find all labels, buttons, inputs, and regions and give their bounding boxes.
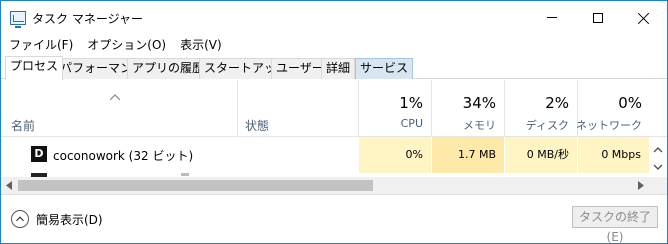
end-task-button[interactable]: タスクの終了(E) bbox=[572, 206, 658, 244]
maximize-button[interactable] bbox=[575, 1, 621, 34]
fewer-details-link[interactable]: 簡易表示(D) bbox=[36, 211, 103, 228]
scroll-up-icon[interactable] bbox=[653, 145, 663, 155]
tab-app-history[interactable]: アプリの履歴 bbox=[127, 58, 210, 79]
task-manager-icon bbox=[10, 11, 26, 28]
tab-details[interactable]: 詳細 bbox=[321, 58, 356, 79]
row-memory-cell: 1.7 MB bbox=[432, 137, 504, 173]
menu-bar: ファイル(F) オプション(O) 表示(V) bbox=[1, 34, 667, 54]
column-cpu[interactable]: 1% CPU bbox=[359, 80, 431, 137]
scroll-down-icon[interactable] bbox=[653, 162, 663, 172]
tab-strip: プロセス パフォーマンス アプリの履歴 スタートアップ ユーザー 詳細 サービス bbox=[1, 56, 667, 80]
memory-column-label: メモリ bbox=[463, 119, 496, 132]
coconowork-icon: D bbox=[31, 146, 47, 162]
disk-total-percent: 2% bbox=[545, 94, 569, 112]
next-row-text-partial bbox=[181, 173, 189, 176]
close-button[interactable] bbox=[621, 1, 667, 34]
row-network-cell: 0 Mbps bbox=[578, 137, 649, 173]
sort-ascending-icon[interactable] bbox=[110, 94, 120, 100]
column-disk[interactable]: 2% ディスク bbox=[505, 80, 577, 137]
memory-total-percent: 34% bbox=[462, 94, 496, 112]
scroll-right-icon[interactable] bbox=[637, 181, 645, 190]
network-total-percent: 0% bbox=[618, 94, 642, 112]
close-icon bbox=[638, 12, 650, 24]
horizontal-scrollbar[interactable] bbox=[1, 177, 667, 194]
column-network[interactable]: 0% ネットワーク bbox=[576, 80, 650, 137]
cpu-total-percent: 1% bbox=[399, 94, 423, 112]
task-manager-window: タスク マネージャー ファイル(F) オプション(O) 表示(V) プロセス パ… bbox=[0, 0, 668, 244]
disk-column-label: ディスク bbox=[525, 119, 569, 132]
row-cpu-cell: 0% bbox=[359, 137, 431, 173]
title-bar[interactable]: タスク マネージャー bbox=[1, 1, 667, 34]
tab-services[interactable]: サービス bbox=[355, 58, 414, 79]
footer-bar: 簡易表示(D) タスクの終了(E) bbox=[1, 194, 667, 244]
vertical-scrollbar[interactable] bbox=[649, 137, 667, 177]
column-divider[interactable] bbox=[237, 80, 238, 137]
tab-processes[interactable]: プロセス bbox=[5, 56, 64, 80]
row-disk-cell: 0 MB/秒 bbox=[505, 137, 577, 173]
column-memory[interactable]: 34% メモリ bbox=[432, 80, 504, 137]
minimize-button[interactable] bbox=[529, 1, 575, 34]
menu-file[interactable]: ファイル(F) bbox=[1, 36, 79, 53]
menu-view[interactable]: 表示(V) bbox=[172, 36, 228, 53]
maximize-icon bbox=[593, 12, 603, 23]
collapse-chevron-icon[interactable] bbox=[11, 210, 29, 228]
minimize-icon bbox=[547, 17, 557, 18]
column-status[interactable]: 状態 bbox=[245, 117, 269, 134]
network-column-label: ネットワーク bbox=[576, 119, 642, 132]
process-name: coconowork (32 ビット) bbox=[53, 149, 194, 163]
horizontal-scroll-thumb[interactable] bbox=[18, 180, 373, 191]
cpu-column-label: CPU bbox=[400, 117, 423, 130]
column-headers: 名前 状態 1% CPU 34% メモリ 2% ディスク 0% ネットワーク bbox=[1, 80, 667, 137]
window-title: タスク マネージャー bbox=[32, 12, 143, 26]
scroll-left-icon[interactable] bbox=[5, 181, 13, 190]
column-name[interactable]: 名前 bbox=[11, 117, 35, 134]
menu-options[interactable]: オプション(O) bbox=[79, 36, 172, 53]
